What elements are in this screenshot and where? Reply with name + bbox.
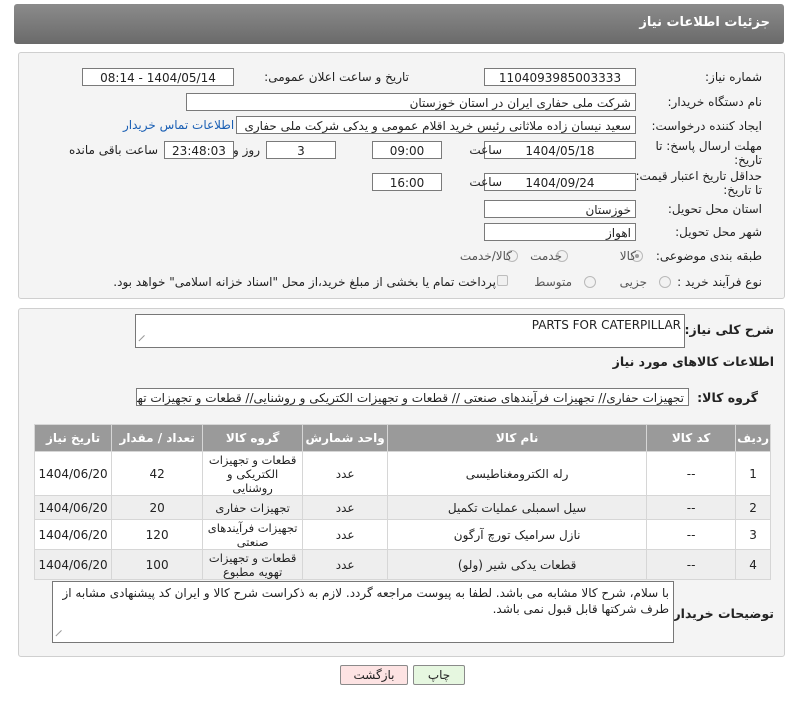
reply-deadline-label-2: تاریخ: <box>734 153 762 167</box>
cell-unit: عدد <box>302 549 389 580</box>
need-number-label: شماره نیاز: <box>705 70 762 84</box>
buyer-org-label: نام دستگاه خریدار: <box>667 95 763 109</box>
cell-group: قطعات و تجهیزات الکتریکی و روشنایی <box>202 451 304 496</box>
cell-unit: عدد <box>302 451 389 496</box>
creator-label: ایجاد کننده درخواست: <box>651 119 762 133</box>
cell-name: قطعات یدکی شیر (ولو) <box>387 549 648 580</box>
cell-unit: عدد <box>302 495 389 520</box>
cell-unit: عدد <box>302 519 389 550</box>
cell-name: سیل اسمبلی عملیات تکمیل <box>387 495 648 520</box>
buyer-org-field: شرکت ملی حفاری ایران در استان خوزستان <box>186 93 636 111</box>
reply-time-label: ساعت <box>469 143 502 157</box>
process-label: نوع فرآیند خرید : <box>677 275 762 289</box>
buyer-notes-label: توضیحات خریدار: <box>668 606 774 621</box>
general-desc-field: PARTS FOR CATERPILLAR <box>135 314 685 348</box>
col-date: تاریخ نیاز <box>33 424 113 452</box>
validity-time-field: 16:00 <box>372 173 442 191</box>
cell-name: رله الکترومغناطیسی <box>387 451 648 496</box>
cell-qty: 20 <box>111 495 204 520</box>
page-title: جزئیات اطلاعات نیاز <box>639 15 770 30</box>
remaining-time-field: 23:48:03 <box>164 141 234 159</box>
need-number-field: 1104093985003333 <box>484 68 636 86</box>
reply-deadline-label: مهلت ارسال پاسخ: تا <box>655 139 762 153</box>
process-option-minor: جزیی <box>619 275 647 289</box>
resize-handle-icon[interactable] <box>55 629 68 643</box>
price-validity-label-2: تا تاریخ: <box>723 183 762 197</box>
col-code: کد کالا <box>646 424 737 452</box>
reply-date-field: 1404/05/18 <box>484 141 636 159</box>
cell-row: 2 <box>735 495 771 520</box>
cell-group: تجهیزات فرآیندهای صنعتی <box>202 519 304 550</box>
goods-group-field: تجهیزات حفاری// تجهیزات فرآیندهای صنعتی … <box>136 388 689 406</box>
buyer-contact-link[interactable]: اطلاعات تماس خریدار <box>123 118 234 132</box>
validity-date-field: 1404/09/24 <box>484 173 636 191</box>
cell-row: 4 <box>735 549 771 580</box>
cell-group: قطعات و تجهیزات تهویه مطبوع <box>202 549 304 580</box>
province-label: استان محل تحویل: <box>667 202 762 216</box>
validity-time-label: ساعت <box>469 175 502 189</box>
cell-qty: 100 <box>111 549 204 580</box>
buyer-notes-text: با سلام، شرح کالا مشابه می باشد. لطفا به… <box>62 586 669 616</box>
price-validity-label: حداقل تاریخ اعتبار قیمت: <box>635 169 762 183</box>
cell-qty: 42 <box>111 451 204 496</box>
reply-time-field: 09:00 <box>372 141 442 159</box>
col-unit: واحد شمارش <box>302 424 389 452</box>
cell-row: 3 <box>735 519 771 550</box>
goods-group-label: گروه کالا: <box>697 390 758 405</box>
items-info-title: اطلاعات کالاهای مورد نیاز <box>612 354 774 369</box>
table-row: 4 -- قطعات یدکی شیر (ولو) عدد قطعات و تج… <box>33 549 771 580</box>
payment-note: پرداخت تمام یا بخشی از مبلغ خرید،از محل … <box>113 275 496 289</box>
col-name: نام کالا <box>387 424 648 452</box>
table-row: 2 -- سیل اسمبلی عملیات تکمیل عدد تجهیزات… <box>33 495 771 520</box>
print-button[interactable]: چاپ <box>413 665 465 685</box>
cell-name: نازل سرامیک تورچ آرگون <box>387 519 648 550</box>
category-option-goods: کالا <box>619 249 636 263</box>
col-row: ردیف <box>735 424 771 452</box>
process-option-medium: متوسط <box>534 275 572 289</box>
general-desc-text: PARTS FOR CATERPILLAR <box>531 318 681 332</box>
back-button[interactable]: بازگشت <box>340 665 408 685</box>
cell-code: -- <box>646 495 737 520</box>
category-label: طبقه بندی موضوعی: <box>655 249 762 263</box>
creator-field: سعید نیسان زاده ملاثانی رئیس خرید اقلام … <box>236 116 636 134</box>
cell-code: -- <box>646 519 737 550</box>
cell-qty: 120 <box>111 519 204 550</box>
province-field: خوزستان <box>484 200 636 218</box>
announce-date-label: تاریخ و ساعت اعلان عمومی: <box>264 70 409 84</box>
process-radio-medium[interactable] <box>584 276 596 288</box>
need-info-panel: شماره نیاز: 1104093985003333 تاریخ و ساع… <box>18 52 785 299</box>
payment-checkbox[interactable] <box>497 275 508 286</box>
announce-date-field: 1404/05/14 - 08:14 <box>82 68 234 86</box>
days-field: 3 <box>266 141 336 159</box>
city-label: شهر محل تحویل: <box>675 225 762 239</box>
cell-group: تجهیزات حفاری <box>202 495 304 520</box>
resize-handle-icon[interactable] <box>138 334 151 348</box>
cell-date: 1404/06/20 <box>33 549 113 580</box>
table-row: 3 -- نازل سرامیک تورچ آرگون عدد تجهیزات … <box>33 519 771 550</box>
remaining-time-label: ساعت باقی مانده <box>68 143 158 157</box>
cell-row: 1 <box>735 451 771 496</box>
cell-code: -- <box>646 451 737 496</box>
col-group: گروه کالا <box>202 424 304 452</box>
category-option-service: خدمت <box>530 249 562 263</box>
general-desc-label: شرح کلی نیاز: <box>684 322 774 337</box>
city-field: اهواز <box>484 223 636 241</box>
days-label: روز و <box>233 143 260 157</box>
cell-code: -- <box>646 549 737 580</box>
cell-date: 1404/06/20 <box>33 495 113 520</box>
cell-date: 1404/06/20 <box>33 451 113 496</box>
table-row: 1 -- رله الکترومغناطیسی عدد قطعات و تجهی… <box>33 451 771 496</box>
col-qty: تعداد / مقدار <box>111 424 204 452</box>
buyer-notes-field: با سلام، شرح کالا مشابه می باشد. لطفا به… <box>52 581 674 643</box>
process-radio-minor[interactable] <box>659 276 671 288</box>
items-table: ردیف کد کالا نام کالا واحد شمارش گروه کا… <box>33 424 771 580</box>
items-table-header: ردیف کد کالا نام کالا واحد شمارش گروه کا… <box>33 424 771 452</box>
page-header: جزئیات اطلاعات نیاز <box>14 4 784 44</box>
category-option-goods-service: کالا/خدمت <box>459 249 512 263</box>
cell-date: 1404/06/20 <box>33 519 113 550</box>
